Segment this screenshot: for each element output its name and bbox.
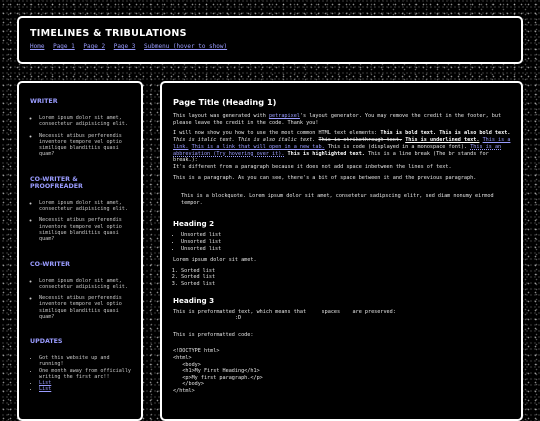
main-content: Page Title (Heading 1) This layout was g…	[160, 81, 523, 421]
sidebar-list-co-writer: Lorem ipsum dolor sit amet, consectetur …	[30, 278, 132, 321]
elements-paragraph: I will now show you how to use the most …	[173, 130, 511, 170]
main-nav: Home Page 1 Page 2 Page 3 Submenu (hover…	[30, 43, 510, 50]
nav-submenu[interactable]: Submenu (hover to show)	[144, 43, 227, 50]
bold-text: This is bold text.	[380, 130, 437, 137]
sidebar-heading-co-writer-proofreader: CO-WRITER & PROOFREADER	[30, 175, 83, 190]
updates-list: Got this website up and running! One mon…	[30, 355, 132, 392]
sidebar-heading-writer: WRITER	[30, 98, 58, 105]
intro-paragraph: This layout was generated with petrapixe…	[173, 113, 511, 126]
list-item: Necessit atibus perferendis inventore te…	[39, 133, 132, 158]
list-item: Necessit atibus perferendis inventore te…	[39, 217, 132, 242]
list-item: Unsorted list	[181, 246, 511, 253]
list-item: List	[39, 386, 132, 392]
header-box: TIMELINES & TRIBULATIONS Home Page 1 Pag…	[17, 16, 523, 64]
list-item: Got this website up and running!	[39, 355, 132, 367]
underlined-text: This is underlined text.	[405, 137, 480, 144]
list-item: Necessit atibus perferendis inventore te…	[39, 295, 132, 320]
paragraph: This is a paragraph. As you can see, the…	[173, 174, 477, 181]
bold-text-2: This is also bold text.	[439, 130, 511, 137]
unsorted-list: Unsorted list Unsorted list Unsorted lis…	[173, 232, 511, 252]
line-break-text-2: It's different from a paragraph because …	[173, 163, 452, 170]
strikethrough-text: This is strikethrough text.	[318, 137, 403, 144]
heading-2: Heading 2	[173, 219, 215, 229]
code-block: <!DOCTYPE html> <html> <body> <h1>My Fir…	[173, 348, 263, 395]
code-text: This is code (displayed in a monospace f…	[327, 143, 468, 150]
list-item: Unsorted list	[181, 232, 511, 239]
italic-text-2: This is also italic text.	[238, 137, 316, 144]
site-title: TIMELINES & TRIBULATIONS	[30, 28, 187, 39]
list-item: Lorem ipsum dolor sit amet, consectetur …	[39, 200, 132, 213]
blockquote: This is a blockquote. Lorem ipsum dolor …	[181, 193, 494, 207]
sidebar-list-writer: Lorem ipsum dolor sit amet, consectetur …	[30, 115, 132, 158]
list-item: Sorted list	[181, 281, 511, 288]
sidebar: WRITER Lorem ipsum dolor sit amet, conse…	[17, 81, 143, 421]
petrapixel-link[interactable]: petrapixel	[269, 113, 300, 119]
sidebar-heading-updates: UPDATES	[30, 338, 63, 346]
heading-3: Heading 3	[173, 295, 215, 305]
sidebar-list-co-writer-proofreader: Lorem ipsum dolor sit amet, consectetur …	[30, 200, 132, 243]
sidebar-heading-co-writer: CO-WRITER	[30, 260, 71, 268]
nav-home[interactable]: Home	[30, 43, 44, 50]
updates-link[interactable]: List	[39, 386, 51, 392]
preformatted-code-label: This is preformatted code:	[173, 331, 254, 338]
page-title: Page Title (Heading 1)	[173, 97, 277, 107]
elements-intro: I will now show you how to use the most …	[173, 130, 381, 137]
list-item: Sorted list	[181, 274, 511, 281]
list-item: Lorem ipsum dolor sit amet, consectetur …	[39, 278, 132, 291]
preformatted-text: This is preformatted text, which means t…	[173, 308, 396, 322]
list-item: Lorem ipsum dolor sit amet, consectetur …	[39, 115, 132, 128]
intro-text: This layout was generated with	[173, 113, 269, 119]
italic-text: This is italic text.	[173, 137, 235, 144]
list-item: Unsorted list	[181, 239, 511, 246]
list-item: One month away from officially writing t…	[39, 368, 132, 380]
nav-page-3[interactable]: Page 3	[114, 43, 136, 50]
sorted-list: Sorted list Sorted list Sorted list	[173, 268, 511, 288]
example-link-new-tab[interactable]: This is a link that will open in a new t…	[192, 144, 325, 150]
updates-link[interactable]: List	[39, 380, 51, 386]
nav-page-1[interactable]: Page 1	[53, 43, 75, 50]
lorem-text: Lorem ipsum dolor sit amet.	[173, 257, 257, 264]
list-item: Sorted list	[181, 268, 511, 275]
nav-page-2[interactable]: Page 2	[83, 43, 105, 50]
highlighted-text: This is highlighted text.	[287, 150, 365, 157]
